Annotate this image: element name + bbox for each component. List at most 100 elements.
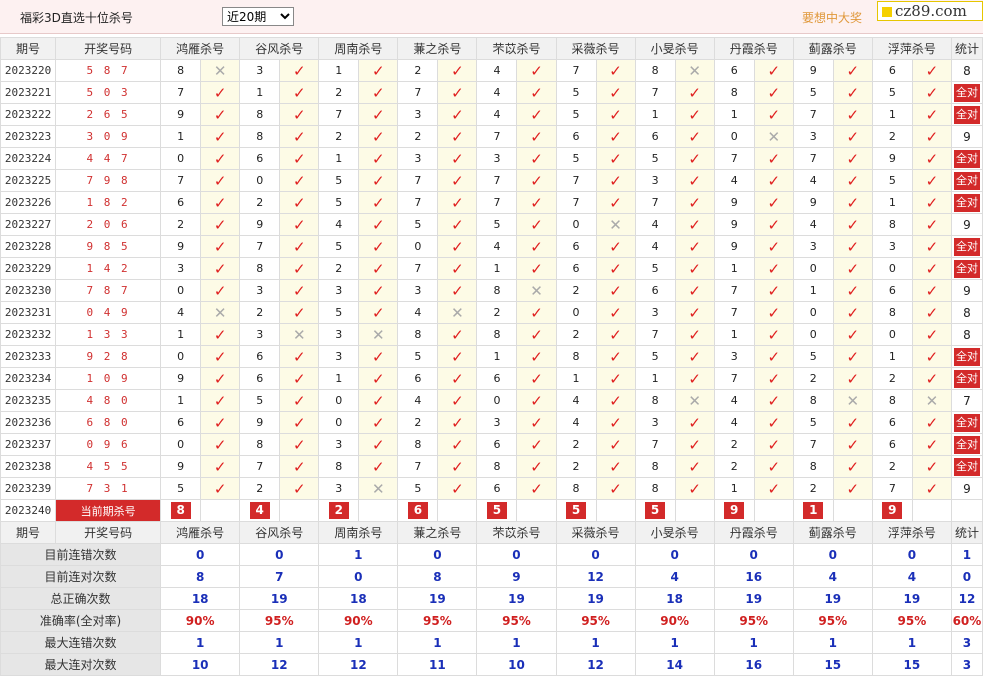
col-header-method: 浮萍杀号 bbox=[871, 521, 952, 544]
check-icon: ✓ bbox=[925, 61, 939, 80]
kill-number-cell: 2 bbox=[713, 433, 755, 456]
kill-number-cell: 6 bbox=[634, 279, 676, 302]
period-select[interactable]: 近20期 bbox=[222, 7, 294, 26]
result-mark-cell: ✓ bbox=[358, 257, 399, 280]
draw-number-cell: 0 9 6 bbox=[55, 433, 162, 456]
cross-icon: ✕ bbox=[688, 391, 701, 410]
check-icon: ✓ bbox=[688, 369, 701, 388]
stat-value: 12 bbox=[555, 653, 636, 676]
check-icon: ✓ bbox=[213, 171, 227, 190]
current-kill-cell: 6 bbox=[397, 499, 439, 522]
result-mark-cell: ✓ bbox=[595, 323, 636, 346]
kill-number-cell: 3 bbox=[397, 279, 439, 302]
kill-number-cell: 6 bbox=[476, 477, 518, 500]
result-mark-cell: ✓ bbox=[200, 103, 241, 126]
kill-number-cell: 1 bbox=[160, 125, 202, 148]
kill-number-cell: 7 bbox=[397, 257, 439, 280]
all-correct-badge: 全对 bbox=[953, 435, 980, 454]
stat-value: 18 bbox=[160, 587, 241, 610]
table-row: 2023225 7 9 8 7 ✓ 0 ✓ 5 ✓ 7 ✓ 7 ✓ 7 ✓ 3 ✓ 4 ✓ 4 ✓ 5 ✓ 全对 bbox=[0, 169, 983, 192]
stat-value: 1 bbox=[160, 631, 241, 654]
page: 福彩3D直选十位杀号 近20期 要想中大奖 cz89.com 期号 开奖号码 鸿… bbox=[0, 0, 983, 677]
check-icon: ✓ bbox=[451, 215, 464, 234]
check-icon: ✓ bbox=[372, 149, 385, 168]
cross-icon: ✕ bbox=[213, 303, 227, 322]
table-row: 2023235 4 8 0 1 ✓ 5 ✓ 0 ✓ 4 ✓ 0 ✓ 4 ✓ 8 ✕ 4 ✓ 8 ✕ 8 ✕ 7 bbox=[0, 389, 983, 412]
check-icon: ✓ bbox=[925, 325, 939, 344]
kill-number-cell: 2 bbox=[397, 125, 439, 148]
check-icon: ✓ bbox=[213, 479, 227, 498]
check-icon: ✓ bbox=[846, 105, 860, 124]
result-mark-cell: ✕ bbox=[358, 477, 399, 500]
result-mark-cell: ✓ bbox=[358, 59, 399, 82]
result-mark-cell: ✓ bbox=[200, 323, 241, 346]
check-icon: ✓ bbox=[688, 303, 701, 322]
check-icon: ✓ bbox=[925, 149, 939, 168]
check-icon: ✓ bbox=[767, 193, 781, 212]
check-icon: ✓ bbox=[846, 127, 860, 146]
kill-number-cell: 4 bbox=[792, 169, 834, 192]
kill-number-cell: 2 bbox=[160, 213, 202, 236]
kill-number-cell: 7 bbox=[792, 147, 834, 170]
check-icon: ✓ bbox=[767, 259, 781, 278]
kill-number-cell: 5 bbox=[397, 213, 439, 236]
top-bar: 福彩3D直选十位杀号 近20期 要想中大奖 cz89.com bbox=[0, 0, 983, 34]
result-mark-cell: ✓ bbox=[516, 477, 557, 500]
col-header-method: 浮萍杀号 bbox=[871, 37, 952, 60]
kill-number-cell: 7 bbox=[555, 169, 597, 192]
result-mark-cell: ✓ bbox=[832, 257, 873, 280]
row-stat-cell: 全对 bbox=[950, 367, 983, 390]
check-icon: ✓ bbox=[292, 435, 306, 454]
draw-number-cell: 6 8 0 bbox=[55, 411, 162, 434]
kill-number-cell: 8 bbox=[871, 301, 913, 324]
period-cell: 2023226 bbox=[0, 191, 57, 214]
kill-number-cell: 0 bbox=[555, 301, 597, 324]
result-mark-cell: ✓ bbox=[437, 455, 478, 478]
current-kill-spacer bbox=[516, 499, 557, 522]
check-icon: ✓ bbox=[213, 281, 227, 300]
kill-number-cell: 0 bbox=[476, 389, 518, 412]
result-mark-cell: ✓ bbox=[516, 455, 557, 478]
check-icon: ✓ bbox=[846, 149, 860, 168]
kill-number-cell: 8 bbox=[634, 477, 676, 500]
kill-number-cell: 2 bbox=[239, 477, 281, 500]
result-mark-cell: ✓ bbox=[595, 257, 636, 280]
check-icon: ✓ bbox=[530, 149, 543, 168]
kill-number-cell: 4 bbox=[318, 213, 360, 236]
result-mark-cell: ✓ bbox=[674, 455, 715, 478]
all-correct-badge: 全对 bbox=[953, 259, 980, 278]
stat-total: 60% bbox=[950, 609, 983, 632]
kill-number-cell: 8 bbox=[713, 81, 755, 104]
kill-number-cell: 6 bbox=[555, 235, 597, 258]
kill-number-cell: 5 bbox=[318, 301, 360, 324]
check-icon: ✓ bbox=[530, 457, 543, 476]
check-icon: ✓ bbox=[767, 479, 781, 498]
result-mark-cell: ✓ bbox=[200, 279, 241, 302]
check-icon: ✓ bbox=[292, 391, 306, 410]
result-mark-cell: ✓ bbox=[911, 477, 952, 500]
check-icon: ✓ bbox=[372, 369, 385, 388]
result-mark-cell: ✓ bbox=[200, 191, 241, 214]
current-kill-spacer bbox=[911, 499, 952, 522]
current-kill-badge: 4 bbox=[249, 502, 270, 519]
check-icon: ✓ bbox=[846, 479, 860, 498]
result-mark-cell: ✓ bbox=[516, 125, 557, 148]
result-mark-cell: ✓ bbox=[832, 81, 873, 104]
stat-value: 95% bbox=[476, 609, 557, 632]
kill-number-cell: 0 bbox=[397, 235, 439, 258]
result-mark-cell: ✓ bbox=[516, 213, 557, 236]
result-mark-cell: ✓ bbox=[279, 103, 320, 126]
kill-number-cell: 1 bbox=[318, 59, 360, 82]
table-body: 期号 开奖号码 鸿雁杀号 谷风杀号 周南杀号 蒹之杀号 芣苡杀号 采薇杀号 小旻杀号 丹霞杀号 蓟露… bbox=[0, 37, 983, 676]
kill-number-cell: 2 bbox=[713, 455, 755, 478]
kill-number-cell: 1 bbox=[713, 103, 755, 126]
kill-number-cell: 2 bbox=[318, 257, 360, 280]
kill-number-cell: 3 bbox=[318, 279, 360, 302]
table-row: 2023233 9 2 8 0 ✓ 6 ✓ 3 ✓ 5 ✓ 1 ✓ 8 ✓ 5 ✓ 3 ✓ 5 ✓ 1 ✓ 全对 bbox=[0, 345, 983, 368]
site-logo[interactable]: cz89.com bbox=[877, 1, 983, 21]
check-icon: ✓ bbox=[213, 325, 227, 344]
kill-number-cell: 3 bbox=[397, 103, 439, 126]
kill-number-cell: 8 bbox=[555, 345, 597, 368]
kill-number-cell: 3 bbox=[792, 235, 834, 258]
col-header-method: 谷风杀号 bbox=[239, 521, 320, 544]
